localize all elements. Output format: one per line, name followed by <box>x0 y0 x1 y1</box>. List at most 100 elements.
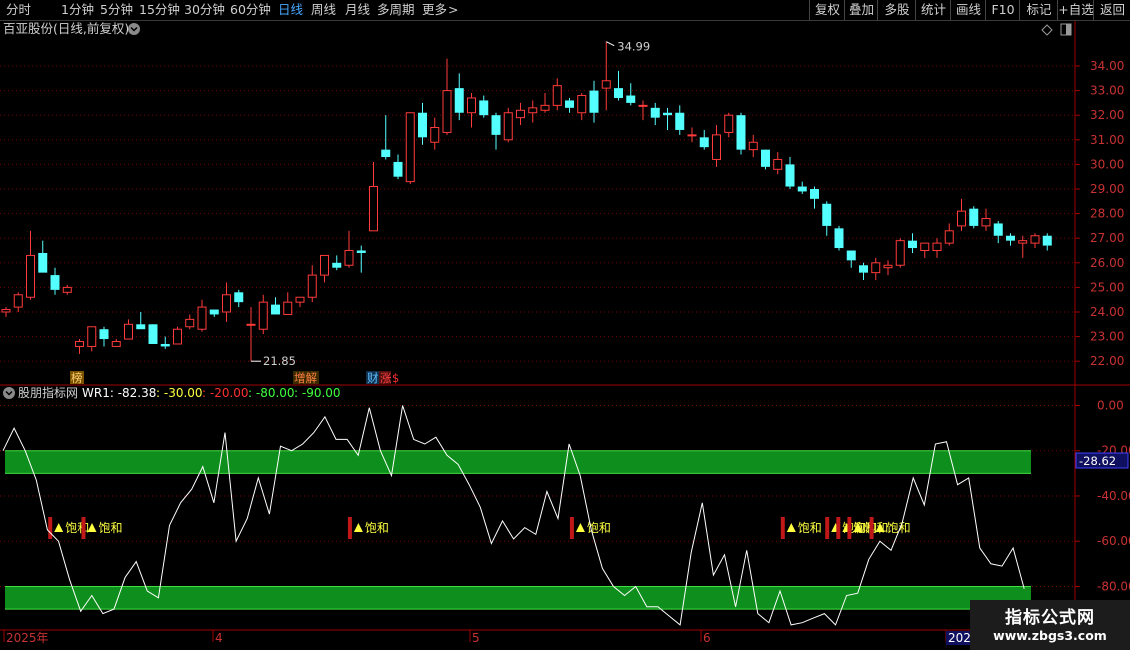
price-axis-label: 33.00 <box>1090 84 1124 98</box>
candle <box>993 220 1003 244</box>
candle <box>99 326 109 347</box>
price-axis-label: 34.00 <box>1090 59 1124 73</box>
candle-body <box>883 264 893 269</box>
candle <box>650 102 660 126</box>
indicator-name: 股朋指标网 <box>18 385 78 400</box>
date-label: 5 <box>472 631 480 645</box>
candle <box>430 117 440 150</box>
candle <box>442 58 452 135</box>
candle <box>271 297 280 315</box>
candle <box>957 198 966 231</box>
candle-body <box>761 149 770 167</box>
candle <box>1030 233 1040 249</box>
event-markers[interactable]: 榜 增解 财涨 $ <box>70 371 399 385</box>
candle <box>320 254 329 283</box>
chart-area[interactable]: 百亚股份(日线,前复权) 34.00 33.00 32.00 31.00 30.00 29… <box>0 0 1130 650</box>
event-marker-4[interactable]: $ <box>391 371 399 385</box>
candle-body <box>810 189 819 199</box>
candle <box>614 70 623 101</box>
candle-body <box>638 104 648 107</box>
candle <box>895 238 905 268</box>
date-label: 6 <box>703 631 711 645</box>
event-marker-0[interactable]: 榜 <box>70 371 84 385</box>
candle-body <box>295 296 305 303</box>
candle <box>209 309 219 317</box>
candle <box>234 289 244 308</box>
candle <box>246 307 256 362</box>
current-value-badge: -28.62 <box>1075 452 1129 469</box>
candle-body <box>540 104 550 111</box>
candle <box>1 307 11 317</box>
warning-triangle-icon <box>54 523 64 532</box>
event-marker-2[interactable]: 财 <box>366 371 379 385</box>
indicator-header: 股朋指标网 WR1: -82.38 : -30.00 : -20.00 : -8… <box>3 385 341 400</box>
signal-bar <box>836 517 841 539</box>
candle <box>454 73 464 121</box>
candle-body <box>209 309 219 315</box>
price-axis-label: 23.00 <box>1090 330 1124 344</box>
candle-body <box>87 326 97 347</box>
candle-body <box>785 164 795 187</box>
chevron-down-icon[interactable] <box>128 23 140 35</box>
candle <box>295 296 305 308</box>
candle-body <box>344 250 354 266</box>
candle-body <box>222 294 231 313</box>
candle-body <box>1018 240 1028 244</box>
candle-body <box>148 324 158 344</box>
signal-label: 饱和 <box>864 520 888 535</box>
candle-body <box>136 324 146 330</box>
candle <box>797 181 807 194</box>
candle-body <box>234 292 244 303</box>
candle <box>160 336 170 349</box>
event-marker-text: 增解 <box>294 371 317 385</box>
candle <box>577 93 587 121</box>
candle-body <box>258 301 268 330</box>
candle-body <box>920 242 930 251</box>
diamond-icon[interactable] <box>1041 24 1053 36</box>
candle-body <box>834 228 844 249</box>
event-marker-3[interactable]: 涨 <box>379 371 392 385</box>
candle <box>516 102 525 126</box>
low-label: 21.85 <box>263 354 296 368</box>
candle <box>185 314 195 330</box>
candle-body <box>491 115 501 135</box>
candle-body <box>650 107 660 118</box>
panel-toggle-icon[interactable] <box>1060 23 1072 36</box>
candle-body <box>577 95 587 114</box>
candle-body <box>822 203 832 226</box>
candle-body <box>859 265 868 273</box>
candle <box>638 100 648 121</box>
candle-body <box>124 323 133 340</box>
indicator-axis-label: -40.00 <box>1097 489 1130 503</box>
candle-body <box>748 141 758 151</box>
signal-bar <box>780 517 785 539</box>
signal-markers: 饱和 饱和 饱和 饱和 饱和 饱和饱和饱和饱和 <box>48 517 911 539</box>
candle-body <box>626 95 636 103</box>
indicator-menu-icon[interactable] <box>3 387 15 399</box>
candle-body <box>246 323 256 326</box>
event-marker-text: 榜 <box>71 371 83 385</box>
candle-body <box>111 341 121 347</box>
price-axis: 34.00 33.00 32.00 31.00 30.00 29.00 28.00 27.00… <box>1075 59 1124 368</box>
signal-bar <box>825 517 830 539</box>
candle-body <box>981 218 991 227</box>
candle-body <box>307 274 317 298</box>
signal-marker: 饱和 <box>347 517 389 539</box>
candle <box>944 223 954 246</box>
candle-body <box>405 112 415 183</box>
warning-triangle-icon <box>575 523 585 532</box>
candle-body <box>516 109 525 119</box>
price-axis-label: 29.00 <box>1090 182 1124 196</box>
candle <box>50 267 60 295</box>
candle <box>626 83 636 106</box>
price-axis-label: 32.00 <box>1090 108 1124 122</box>
event-marker-1[interactable]: 增解 <box>293 371 319 385</box>
candle <box>393 154 403 180</box>
candle-body <box>663 112 672 116</box>
candle <box>283 292 293 315</box>
candle <box>222 282 231 322</box>
candle-body <box>993 223 1003 236</box>
candle-body <box>50 275 60 290</box>
event-marker-text: $ <box>392 371 399 385</box>
candle-body <box>467 97 476 114</box>
